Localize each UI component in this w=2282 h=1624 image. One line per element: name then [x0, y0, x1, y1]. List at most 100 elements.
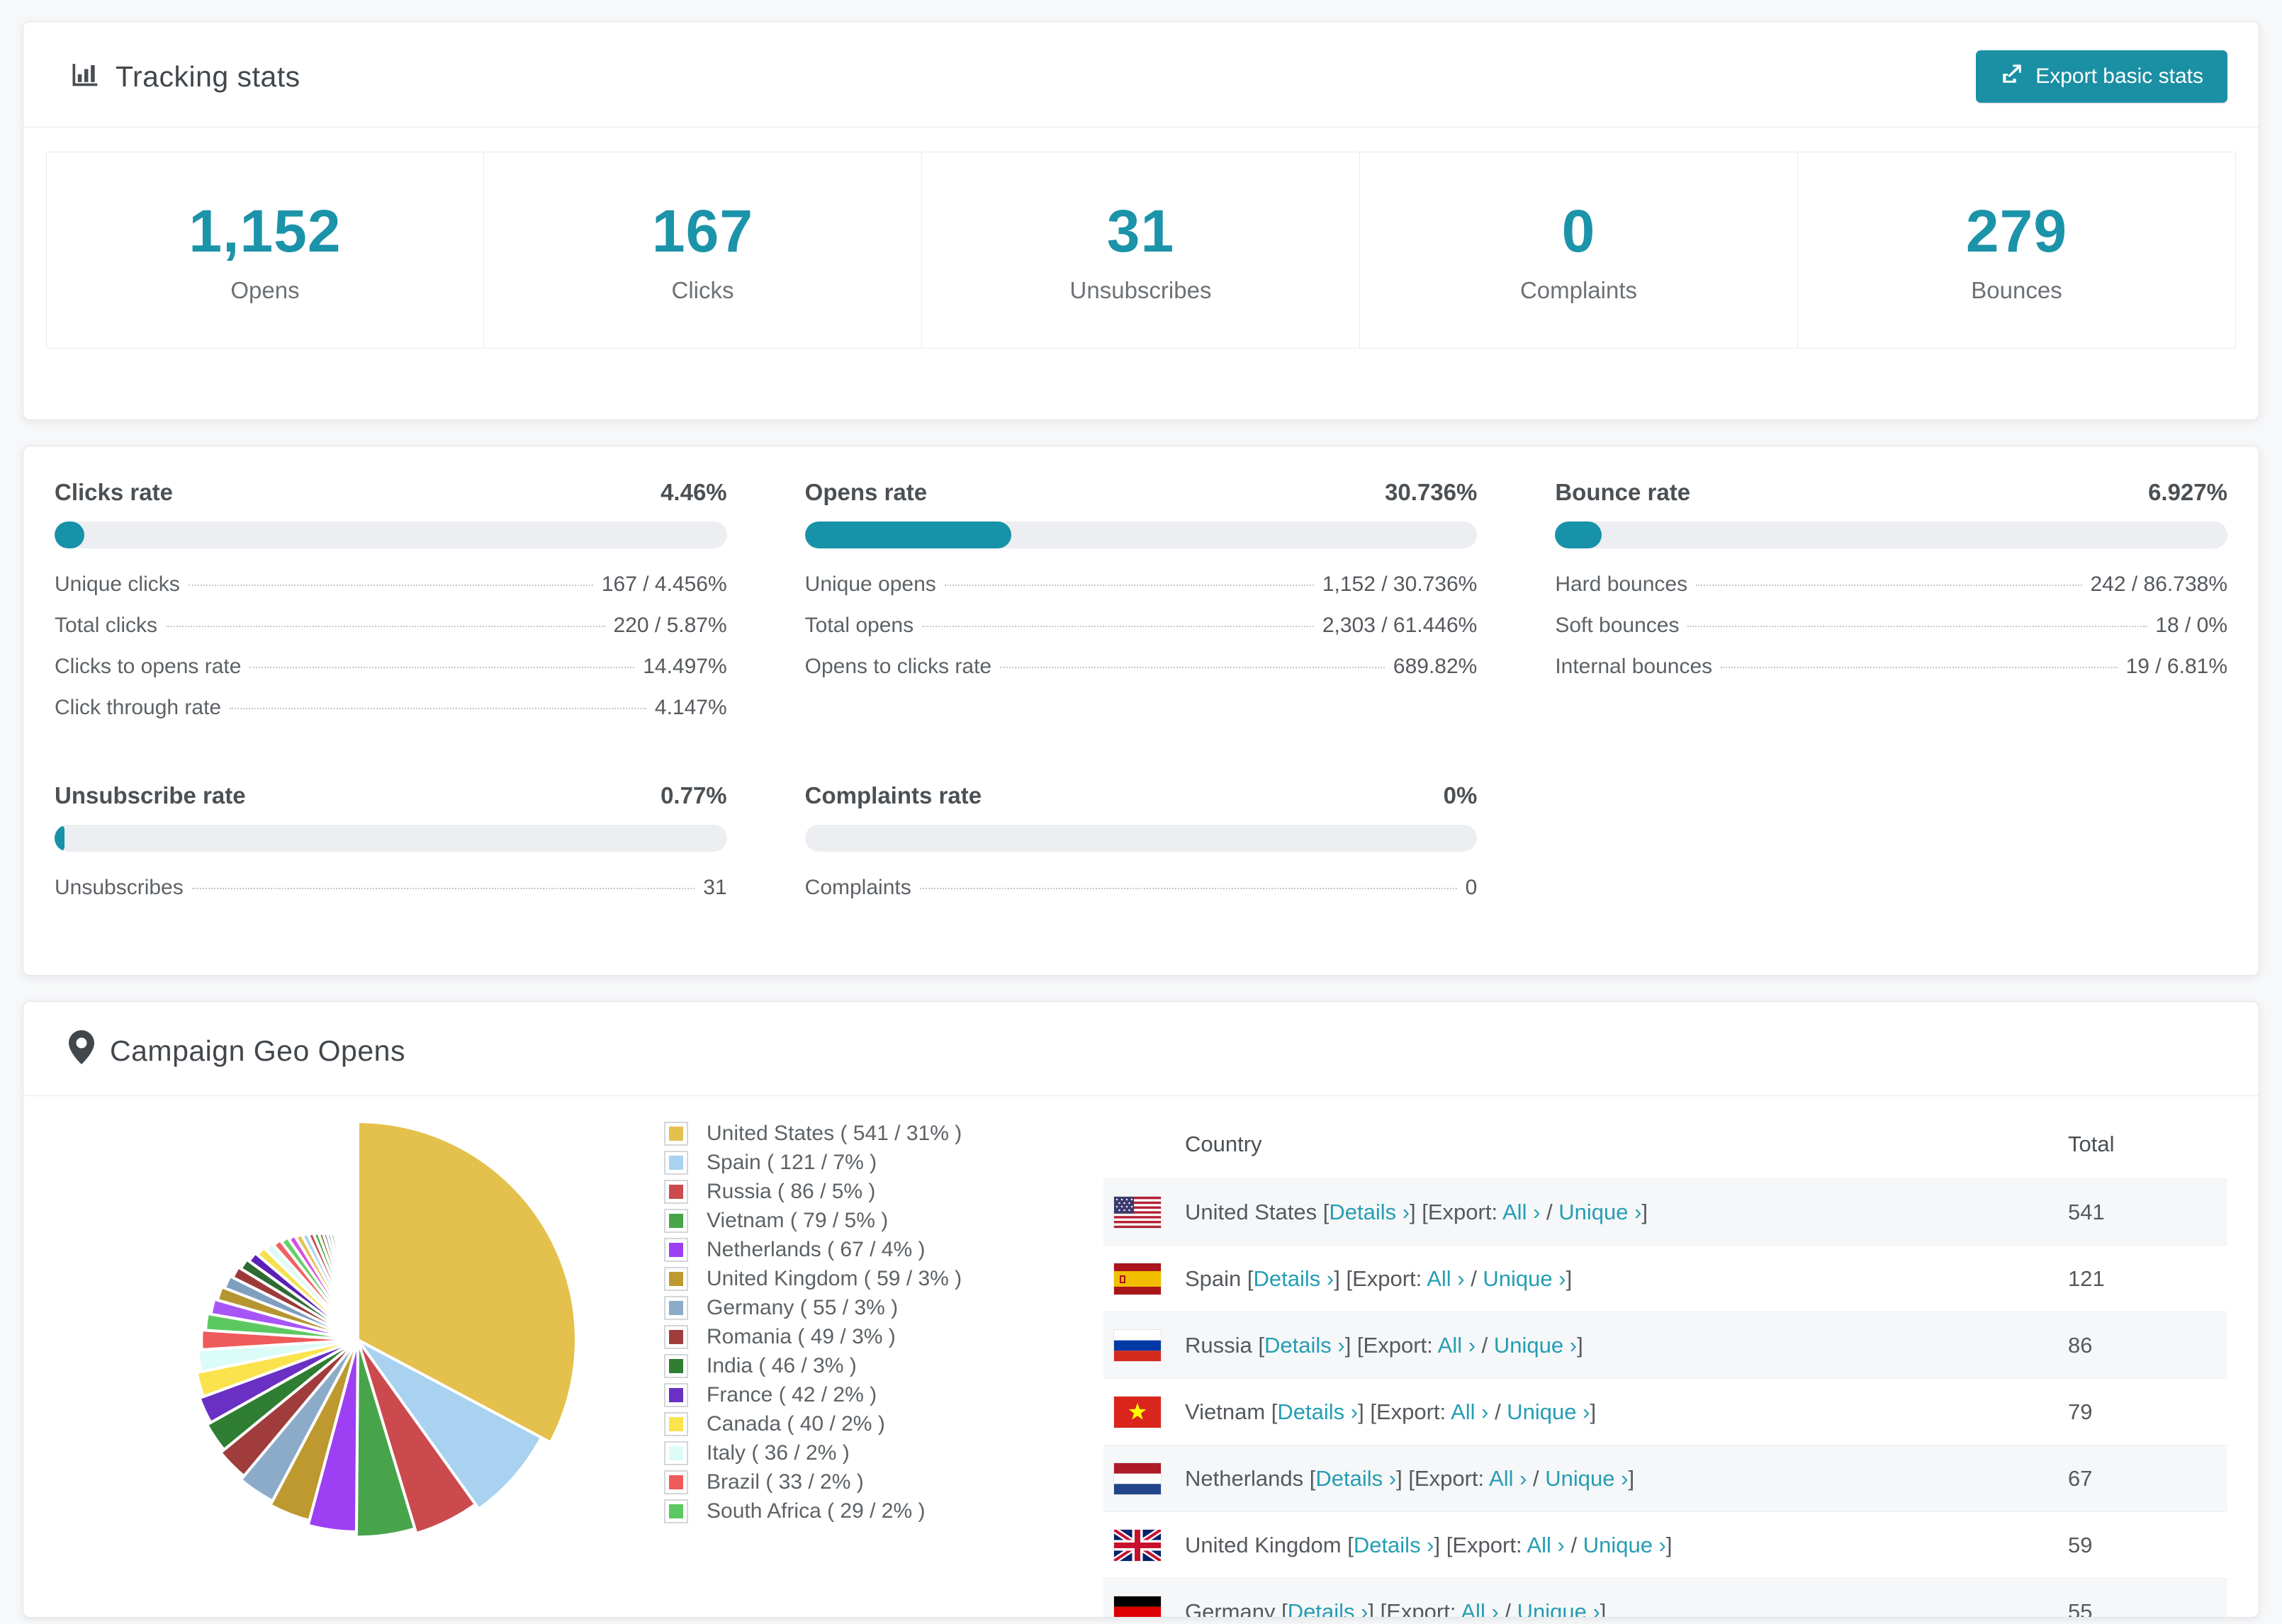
legend-item-italy[interactable]: Italy ( 36 / 2% ) [664, 1441, 1004, 1465]
rate-row: Internal bounces 19 / 6.81% [1555, 655, 2227, 696]
legend-item-france[interactable]: France ( 42 / 2% ) [664, 1383, 1004, 1407]
export-unique-link[interactable]: Unique › [1517, 1599, 1600, 1618]
legend-item-brazil[interactable]: Brazil ( 33 / 2% ) [664, 1470, 1004, 1494]
total-value: 67 [2068, 1465, 2093, 1491]
export-all-link[interactable]: All › [1461, 1599, 1498, 1618]
export-all-link[interactable]: All › [1451, 1399, 1488, 1424]
rate-row-label: Click through rate [55, 696, 222, 719]
export-unique-link[interactable]: Unique › [1507, 1399, 1590, 1424]
legend-item-india[interactable]: India ( 46 / 3% ) [664, 1354, 1004, 1378]
rate-row: Unsubscribes 31 [55, 876, 727, 917]
legend-item-russia[interactable]: Russia ( 86 / 5% ) [664, 1180, 1004, 1204]
rate-row-value: 19 / 6.81% [2125, 655, 2227, 678]
table-header-row: Country Total [1103, 1113, 2227, 1178]
summary-label: Complaints [1519, 276, 1638, 303]
country-cell: United Kingdom [Details ›] [Export: All … [1185, 1532, 1673, 1557]
rate-row-label: Soft bounces [1555, 614, 1680, 637]
legend-item-germany[interactable]: Germany ( 55 / 3% ) [664, 1296, 1004, 1320]
export-unique-link[interactable]: Unique › [1545, 1466, 1628, 1491]
rate-row: Opens to clicks rate 689.82% [805, 655, 1478, 696]
country-name: Russia [1185, 1332, 1252, 1358]
rate-title: Bounce rate [1555, 479, 1691, 505]
geo-content: United States ( 541 / 31% ) Spain ( 121 … [23, 1096, 2259, 1618]
export-unique-link[interactable]: Unique › [1483, 1266, 1566, 1291]
details-link[interactable]: Details › [1277, 1399, 1358, 1424]
details-link[interactable]: Details › [1288, 1599, 1368, 1618]
dotted-leader [919, 888, 1457, 889]
legend-label: United States ( 541 / 31% ) [707, 1122, 962, 1145]
legend-item-spain[interactable]: Spain ( 121 / 7% ) [664, 1151, 1004, 1175]
legend-item-united-states[interactable]: United States ( 541 / 31% ) [664, 1122, 1004, 1146]
country-flag-nl [1113, 1462, 1162, 1495]
export-basic-stats-button[interactable]: Export basic stats [1976, 50, 2227, 103]
country-cell: United States [Details ›] [Export: All ›… [1185, 1199, 1648, 1224]
details-link[interactable]: Details › [1264, 1333, 1345, 1358]
export-all-link[interactable]: All › [1427, 1266, 1464, 1291]
rate-row: Clicks to opens rate 14.497% [55, 655, 727, 696]
rate-row-value: 220 / 5.87% [613, 614, 727, 637]
rate-value: 4.46% [661, 479, 727, 505]
rate-rows: Unsubscribes 31 [55, 876, 727, 917]
details-link[interactable]: Details › [1354, 1533, 1434, 1557]
rate-value: 0% [1443, 782, 1478, 808]
export-unique-link[interactable]: Unique › [1583, 1533, 1666, 1557]
export-all-link[interactable]: All › [1502, 1200, 1540, 1224]
progress-fill [804, 521, 1012, 548]
rate-value: 6.927% [2148, 479, 2227, 505]
dotted-leader [166, 626, 605, 627]
export-all-link[interactable]: All › [1489, 1466, 1527, 1491]
legend-swatch [664, 1180, 688, 1204]
export-unique-link[interactable]: Unique › [1558, 1200, 1641, 1224]
table-row-russia: Russia [Details ›] [Export: All › / Uniq… [1103, 1312, 2227, 1378]
details-link[interactable]: Details › [1329, 1200, 1410, 1224]
country-name: United Kingdom [1185, 1532, 1342, 1557]
legend-label: Canada ( 40 / 2% ) [707, 1412, 885, 1436]
country-flag-us [1113, 1195, 1162, 1229]
details-link[interactable]: Details › [1315, 1466, 1396, 1491]
country-flag-ru [1113, 1329, 1162, 1362]
progress-bar [55, 825, 727, 852]
column-header-total: Total [2068, 1132, 2115, 1156]
country-flag-de [1113, 1595, 1162, 1617]
tracking-stats-header: Tracking stats Export basic stats [23, 22, 2259, 127]
country-flag-es [1113, 1262, 1162, 1295]
legend-item-romania[interactable]: Romania ( 49 / 3% ) [664, 1325, 1004, 1349]
details-link[interactable]: Details › [1254, 1266, 1334, 1291]
export-icon [2000, 62, 2024, 91]
export-all-link[interactable]: All › [1527, 1533, 1564, 1557]
legend-swatch [664, 1209, 688, 1233]
rate-row-value: 18 / 0% [2155, 614, 2227, 637]
rate-row-label: Unsubscribes [55, 876, 184, 899]
legend-item-south-africa[interactable]: South Africa ( 29 / 2% ) [664, 1499, 1004, 1523]
table-row-united-states: United States [Details ›] [Export: All ›… [1103, 1178, 2227, 1245]
geo-title: Campaign Geo Opens [110, 1034, 405, 1067]
summary-card-bounces: 279 Bounces [1797, 152, 2236, 349]
total-value: 86 [2068, 1332, 2093, 1358]
export-all-link[interactable]: All › [1438, 1333, 1476, 1358]
rate-row-label: Complaints [804, 876, 911, 899]
rate-title: Opens rate [804, 479, 928, 505]
page-title: Tracking stats [116, 60, 300, 93]
table-row-vietnam: Vietnam [Details ›] [Export: All › / Uni… [1103, 1378, 2227, 1445]
legend-item-united-kingdom[interactable]: United Kingdom ( 59 / 3% ) [664, 1267, 1004, 1291]
export-unique-link[interactable]: Unique › [1494, 1333, 1577, 1358]
tracking-stats-title: Tracking stats [69, 57, 300, 96]
total-value: 121 [2068, 1265, 2105, 1291]
legend-item-netherlands[interactable]: Netherlands ( 67 / 4% ) [664, 1238, 1004, 1262]
table-row-spain: Spain [Details ›] [Export: All › / Uniqu… [1103, 1245, 2227, 1312]
dotted-leader [191, 888, 695, 889]
total-value: 55 [2068, 1598, 2093, 1618]
legend-label: France ( 42 / 2% ) [707, 1383, 877, 1406]
summary-card-complaints: 0 Complaints [1359, 152, 1798, 349]
rate-title: Unsubscribe rate [55, 782, 246, 808]
legend-item-canada[interactable]: Canada ( 40 / 2% ) [664, 1412, 1004, 1436]
rate-head: Unsubscribe rate 0.77% [55, 782, 727, 809]
legend-item-vietnam[interactable]: Vietnam ( 79 / 5% ) [664, 1209, 1004, 1233]
country-cell: Netherlands [Details ›] [Export: All › /… [1185, 1465, 1635, 1491]
rate-row: Total clicks 220 / 5.87% [55, 614, 727, 655]
summary-value: 31 [1106, 197, 1175, 264]
legend-swatch [664, 1412, 688, 1436]
rate-rows: Hard bounces 242 / 86.738% Soft bounces … [1555, 573, 2227, 696]
country-flag-vn [1113, 1395, 1162, 1428]
pie-slice-other[interactable] [356, 1240, 359, 1341]
